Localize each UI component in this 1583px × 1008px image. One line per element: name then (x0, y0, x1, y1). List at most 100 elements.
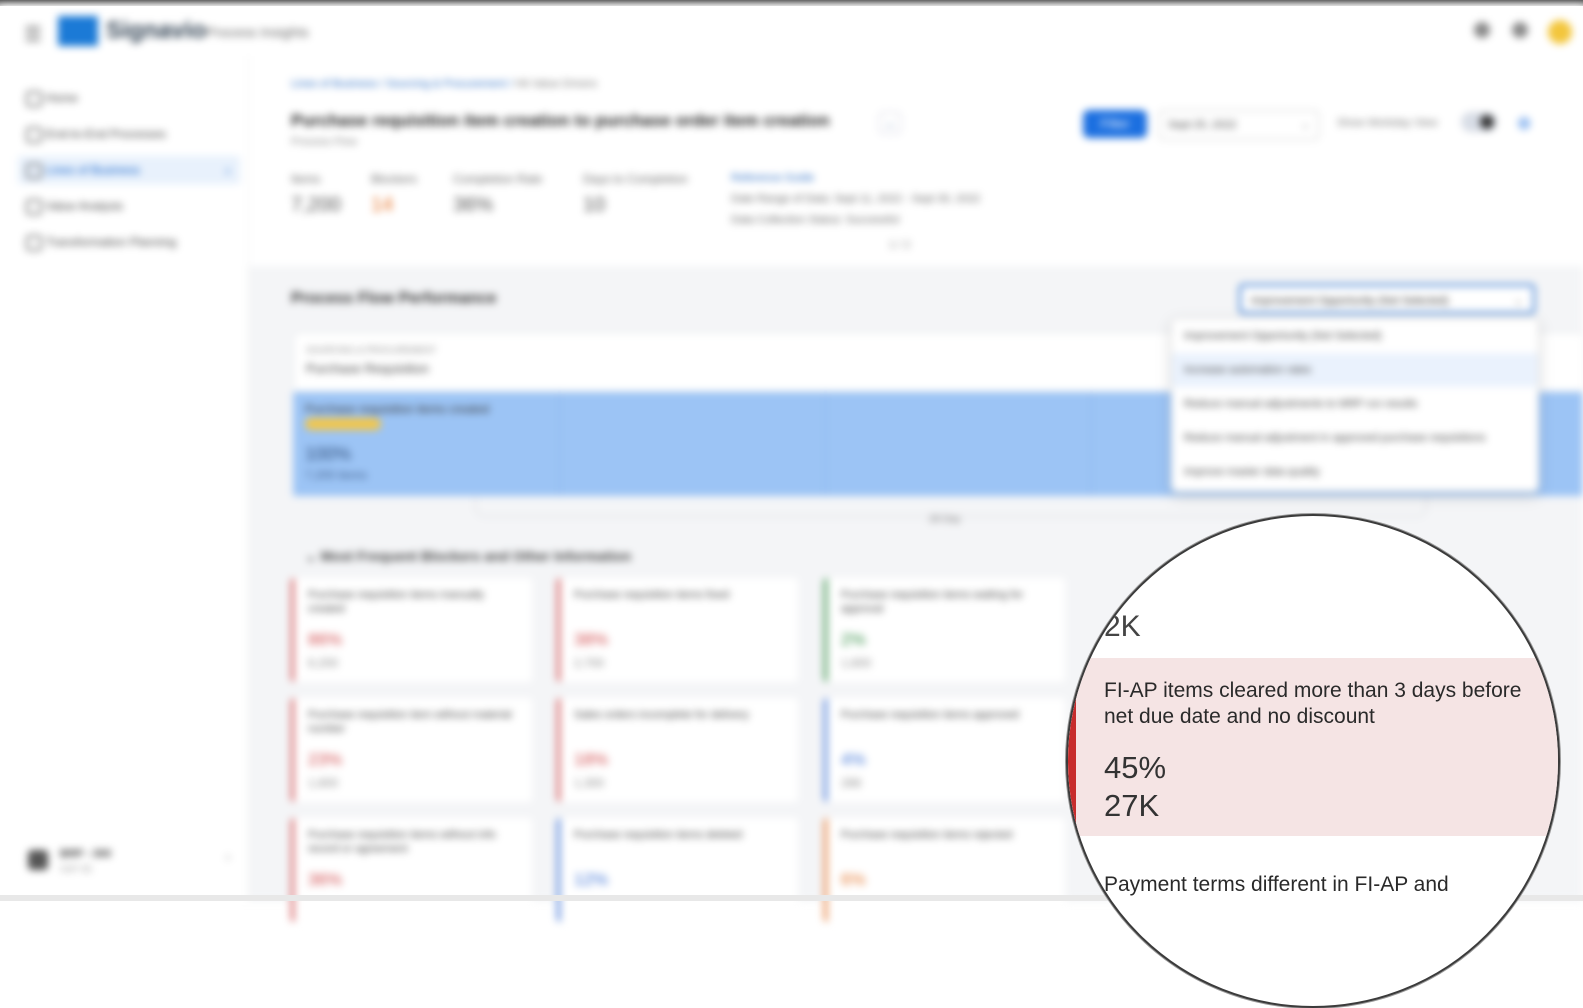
card-text: Purchase requisition items rejected (841, 829, 1013, 841)
hamburger-icon[interactable]: ☰ (24, 22, 42, 47)
filter-button[interactable]: Filter (1083, 110, 1147, 138)
page-header-area: Lines of Business / Sourcing & Procureme… (249, 56, 1583, 266)
gear-icon[interactable]: ⚙ (1517, 114, 1531, 134)
kpi-value: 14 (371, 194, 394, 216)
product-name: Process Insights (206, 24, 309, 40)
card-percent: 12% (574, 870, 609, 889)
account-icon (28, 850, 48, 870)
expand-icon[interactable]: ⌄ (879, 112, 901, 134)
improvement-opportunity-select[interactable]: Improvement Opportunity (Not Selected) ⌄ (1239, 284, 1535, 314)
blocker-card[interactable]: Purchase requisition item without materi… (291, 698, 532, 802)
kpi-label: Items (291, 172, 321, 186)
user-account[interactable]: BRP - 300 SAP SE › (24, 846, 234, 886)
toggle-knob (1480, 115, 1494, 129)
divider (825, 392, 826, 496)
card-percent: 38% (574, 630, 609, 649)
step-title: Purchase requisition items created (305, 402, 490, 416)
divider (1091, 392, 1092, 496)
magnified-blocker-card[interactable]: FI-AP items cleared more than 3 days bef… (1068, 658, 1558, 836)
card-count: 1,600 (841, 656, 872, 670)
data-status-text: Data Collection Status: Successful (731, 214, 900, 226)
sidebar-item-end-to-end-processes[interactable]: End-to-End Processes (18, 120, 240, 148)
sidebar-item-label: End-to-End Processes (46, 127, 167, 141)
page-subtitle: Process Flow (291, 136, 358, 148)
breadcrumb-link[interactable]: Sourcing & Procurement (386, 78, 506, 90)
workday-view-toggle[interactable] (1461, 112, 1497, 132)
lane-name: Purchase Requisition (306, 361, 429, 376)
home-icon (26, 91, 42, 107)
kpi-days-to-completion: Days to Completion 10 (583, 172, 688, 217)
sidebar-item-transformation-planning[interactable]: Transformation Planning (18, 228, 240, 256)
pager[interactable]: 1 / 2 (889, 239, 910, 251)
process-icon (26, 127, 42, 143)
blocker-card[interactable]: Sales orders incomplete for delivery 18%… (557, 698, 798, 802)
kpi-blockers: Blockers 14 (371, 172, 417, 217)
business-icon (26, 163, 42, 179)
breadcrumb: Lines of Business / Sourcing & Procureme… (291, 78, 598, 90)
blocker-card[interactable]: Purchase requisition items fixed 38% 2,7… (557, 578, 798, 682)
reference-info: Reference Guide Date Range of Data: Sept… (731, 168, 980, 231)
dropdown-option[interactable]: Reduce manual adjustment in approved pur… (1172, 421, 1538, 455)
dropdown-option[interactable]: Improve master data quality (1172, 455, 1538, 489)
reference-guide-link[interactable]: Reference Guide (731, 168, 980, 189)
chevron-right-icon[interactable]: › (226, 850, 230, 864)
user-org: SAP SE (60, 864, 93, 874)
divider (559, 392, 560, 496)
dropdown-option[interactable]: Improvement Opportunity (Not Selected) (1172, 319, 1538, 353)
card-count: 288 (841, 776, 862, 790)
status-badge (305, 418, 381, 430)
kpi-value: 10 (583, 194, 606, 216)
sidebar-item-home[interactable]: Home (18, 84, 240, 112)
card-percent: 36% (308, 870, 343, 889)
settings-icon[interactable] (1512, 22, 1528, 38)
blocker-card[interactable]: Purchase requisition items manually crea… (291, 578, 532, 682)
help-icon[interactable] (1474, 22, 1490, 38)
sidebar-item-label: Value Analysis (46, 199, 124, 213)
analysis-icon (26, 199, 42, 215)
card-count: 1,600 (308, 776, 339, 790)
card-text: Purchase requisition items fixed (574, 589, 730, 601)
dropdown-option[interactable]: Increase automation rates (1172, 353, 1538, 387)
workday-view-label: Show Workday View (1337, 117, 1438, 129)
user-name: BRP - 300 (60, 848, 112, 860)
sidebar-item-label: Home (46, 91, 79, 105)
card-percent: 4% (841, 750, 866, 769)
card-percent: 23% (308, 750, 343, 769)
breadcrumb-current: Hit Value Drivers (515, 78, 598, 90)
kpi-label: Completion Rate (453, 172, 543, 186)
kpi-label: Blockers (371, 172, 418, 186)
blocker-card[interactable]: Purchase requisition items approved 4% 2… (824, 698, 1065, 802)
card-count: 6,200 (308, 656, 339, 670)
kpi-label: Days to Completion (583, 172, 688, 186)
date-value: Sept 25, 2022 (1168, 119, 1237, 131)
card-percent: 2% (841, 630, 866, 649)
blocker-card[interactable]: Purchase requisition items waiting for a… (824, 578, 1065, 682)
section-title: Process Flow Performance (291, 290, 497, 307)
sidebar: Home End-to-End Processes Lines of Busin… (0, 56, 249, 901)
sidebar-item-value-analysis[interactable]: Value Analysis (18, 192, 240, 220)
blockers-title[interactable]: ⌄ Most Frequent Blockers and Other Infor… (305, 548, 631, 565)
step-percent: 100% (305, 444, 352, 464)
breadcrumb-link[interactable]: Lines of Business (291, 78, 377, 90)
card-text: Purchase requisition items without info … (308, 829, 496, 855)
card-percent: 45% (1104, 750, 1167, 785)
magnified-next-card-text: Payment terms different in FI-AP and (1104, 873, 1449, 896)
sidebar-item-lines-of-business[interactable]: Lines of Business › (18, 156, 240, 184)
card-percent: 6% (841, 870, 866, 889)
kpi-completion-rate: Completion Rate 36% (453, 172, 542, 217)
chevron-down-icon: ⌄ (1513, 295, 1523, 307)
user-avatar[interactable] (1548, 20, 1572, 44)
page-title: Purchase requisition item creation to pu… (291, 111, 830, 130)
blocker-card[interactable]: Purchase requisition items without info … (291, 818, 532, 922)
step-items: 7,200 items (305, 468, 368, 482)
card-text: Purchase requisition items deleted (574, 829, 743, 841)
blockers-title-text: Most Frequent Blockers and Other Informa… (320, 548, 631, 564)
blocker-card[interactable]: Purchase requisition items deleted 12% (557, 818, 798, 922)
card-text: Purchase requisition items approved (841, 709, 1019, 721)
dropdown-option[interactable]: Reduce manual adjustments to MRP run res… (1172, 387, 1538, 421)
kpi-value: 36% (453, 194, 494, 216)
kpi-value: 7,200 (291, 194, 342, 216)
blocker-card[interactable]: Purchase requisition items rejected 6% (824, 818, 1065, 922)
card-accent-bar (1068, 658, 1076, 836)
date-select[interactable]: Sept 25, 2022 ⌄ (1159, 110, 1319, 140)
